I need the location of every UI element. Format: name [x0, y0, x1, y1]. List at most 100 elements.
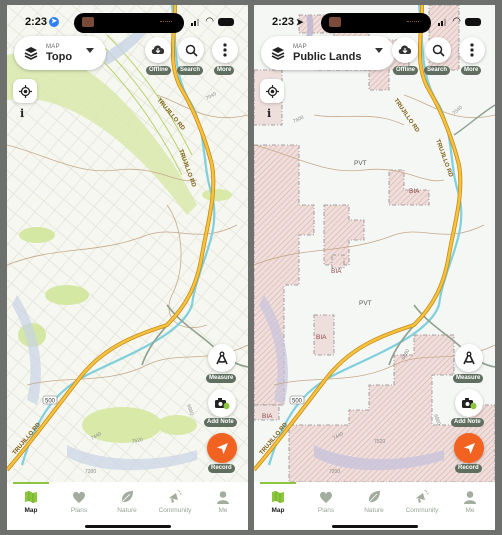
map-caption: MAP: [293, 43, 307, 50]
crosshair-icon: [265, 84, 279, 98]
land-label-bia: BIA: [409, 188, 420, 195]
location-arrow-filled-icon: ➤: [49, 17, 60, 27]
navigation-arrow-icon: [216, 442, 228, 454]
more-button[interactable]: [212, 37, 238, 63]
cloud-download-icon: [398, 45, 412, 54]
land-label-pvt: PVT: [354, 160, 367, 167]
offline-button[interactable]: [392, 37, 418, 63]
home-indicator: [85, 525, 171, 528]
leaf-icon: [121, 491, 133, 503]
tab-me[interactable]: Me: [199, 490, 247, 514]
layers-icon: [24, 47, 38, 60]
measure-button[interactable]: [208, 344, 236, 372]
record-button[interactable]: [454, 433, 484, 463]
status-time: 2:23 ➤: [25, 16, 60, 28]
map-icon: [272, 491, 284, 503]
search-button[interactable]: [178, 37, 204, 63]
locate-me-button[interactable]: [13, 79, 37, 103]
add-note-button[interactable]: [455, 389, 483, 417]
tab-nature[interactable]: Nature: [350, 490, 398, 514]
locate-me-button[interactable]: [260, 79, 284, 103]
measure-button[interactable]: [455, 344, 483, 372]
measure-label: Measure: [206, 374, 237, 383]
search-icon: [185, 44, 198, 57]
tab-me[interactable]: Me: [446, 490, 494, 514]
more-label: More: [214, 66, 235, 75]
tab-community[interactable]: Community: [398, 490, 446, 514]
bottom-tab-bar: Map Plans Nature Community Me: [7, 482, 248, 530]
record-button[interactable]: [207, 433, 237, 463]
person-icon: [217, 491, 229, 504]
offline-label: Offline: [393, 66, 418, 75]
land-label-bia: BIA: [262, 413, 273, 420]
status-bar: 2:23 ➤ ◠: [254, 13, 495, 33]
search-button[interactable]: [425, 37, 451, 63]
system-icons: ◠: [191, 17, 234, 27]
now-playing-thumbnail: [82, 17, 94, 27]
tab-map[interactable]: Map: [254, 490, 302, 514]
tab-plans[interactable]: Plans: [302, 490, 350, 514]
wifi-icon: ◠: [452, 16, 461, 27]
search-label: Search: [177, 66, 204, 75]
info-button[interactable]: i: [267, 107, 271, 120]
phone-screen-topo: TRUJILLO RD TRUJILLO RD TRUJILLO RD 500 …: [7, 5, 248, 530]
elevation-label: 7520: [374, 439, 385, 445]
status-bar: 2:23 ➤ ◠: [7, 13, 248, 33]
heart-icon: [320, 491, 332, 503]
audio-indicator: [407, 21, 419, 24]
more-label: More: [461, 66, 482, 75]
phone-screen-public-lands: TRUJILLO RD TRUJILLO RD TRUJILLO RD 500 …: [254, 5, 495, 530]
compass-measure-icon: [216, 351, 228, 365]
more-button[interactable]: [459, 37, 485, 63]
elevation-label: 7200: [329, 469, 340, 475]
route-shield: 500: [45, 399, 56, 405]
land-label-bia: BIA: [316, 334, 327, 341]
map-layer-name: Public Lands: [293, 50, 362, 63]
system-icons: ◠: [438, 17, 481, 27]
dynamic-island: [74, 13, 184, 33]
measure-label: Measure: [453, 374, 484, 383]
person-icon: [464, 491, 476, 504]
camera-leaf-icon: [462, 398, 477, 410]
chevron-down-icon: [375, 47, 384, 53]
map-caption: MAP: [46, 43, 60, 50]
battery-icon: [218, 18, 234, 26]
land-label-bia: BIA: [331, 268, 342, 275]
info-button[interactable]: i: [20, 107, 24, 120]
land-label-pvt: PVT: [359, 300, 372, 307]
megaphone-icon: [169, 490, 182, 503]
add-note-label: Add Note: [451, 418, 484, 427]
chevron-down-icon: [86, 47, 95, 53]
battery-icon: [465, 18, 481, 26]
tab-plans[interactable]: Plans: [55, 490, 103, 514]
add-note-button[interactable]: [208, 389, 236, 417]
add-note-label: Add Note: [204, 418, 237, 427]
audio-indicator: [160, 21, 172, 24]
bottom-tab-bar: Map Plans Nature Community Me: [254, 482, 495, 530]
map-layer-selector[interactable]: MAP Topo: [14, 36, 107, 70]
record-label: Record: [208, 464, 235, 473]
tab-community[interactable]: Community: [151, 490, 199, 514]
location-arrow-icon: ➤: [296, 16, 304, 27]
offline-label: Offline: [146, 66, 171, 75]
tab-nature[interactable]: Nature: [103, 490, 151, 514]
more-vertical-icon: [470, 43, 474, 57]
map-layer-selector[interactable]: MAP Public Lands: [261, 36, 396, 70]
compass-measure-icon: [463, 351, 475, 365]
status-time: 2:23 ➤: [272, 16, 304, 28]
signal-icon: [191, 18, 201, 26]
layers-icon: [271, 47, 285, 60]
wifi-icon: ◠: [205, 16, 214, 27]
now-playing-thumbnail: [329, 17, 341, 27]
map-layer-name: Topo: [46, 50, 73, 63]
camera-leaf-icon: [215, 398, 230, 410]
search-icon: [432, 44, 445, 57]
leaf-icon: [368, 491, 380, 503]
active-tab-indicator: [260, 482, 296, 484]
tab-map[interactable]: Map: [7, 490, 55, 514]
search-label: Search: [424, 66, 451, 75]
map-icon: [25, 491, 37, 503]
navigation-arrow-icon: [463, 442, 475, 454]
megaphone-icon: [416, 490, 429, 503]
offline-button[interactable]: [145, 37, 171, 63]
